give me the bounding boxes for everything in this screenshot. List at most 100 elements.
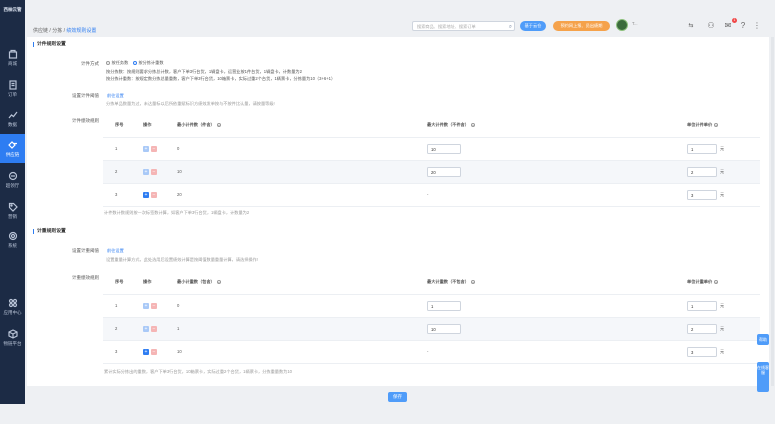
sidebar-item-supply-chain[interactable]: 供应链 (0, 134, 25, 163)
add-row-button[interactable]: + (143, 191, 149, 198)
row-max-cell: 20 (427, 160, 687, 184)
piece-footnote: 计件数计数规则按一次标签数计算，如客户下单3行台货，1辆盘卡，计数量为2 (104, 210, 250, 215)
row-price-cell: 3元 (687, 183, 760, 207)
table-row: 3 + − 20 - 3元 (103, 183, 760, 207)
col-price: 单位计件单价? (687, 114, 760, 138)
max-input[interactable]: 1 (427, 300, 461, 311)
go-settings-link[interactable]: 前往设置 (107, 93, 124, 98)
remove-row-button[interactable]: − (151, 302, 157, 309)
row-max-cell: 10 (427, 317, 687, 341)
radio-by-weight[interactable]: 按分拣计重数 (132, 60, 164, 65)
price-input[interactable]: 1 (687, 300, 717, 311)
remove-row-button[interactable]: − (151, 145, 157, 152)
row-ops: + − (143, 340, 177, 364)
breadcrumb: 供应链 / 分拣 / 绩效规则设置 (33, 28, 97, 34)
sidebar-item-marketing[interactable]: 营销 (0, 196, 25, 225)
avatar[interactable] (616, 19, 628, 31)
row-no: 1 (103, 137, 143, 161)
user-icon[interactable]: ⚇ (706, 21, 716, 31)
scrollbar[interactable] (771, 37, 774, 386)
info-icon[interactable]: ? (714, 123, 719, 128)
sidebar-item-label: 商城 (8, 60, 17, 66)
method-options: 按任务数 按分拣计重数 (106, 60, 164, 66)
col-min: 最小计件数（件含）? (177, 114, 427, 138)
col-op: 操作 (143, 114, 177, 138)
add-row-button[interactable]: + (143, 348, 149, 355)
unit-label: 元 (720, 191, 725, 197)
add-row-button[interactable]: + (143, 302, 149, 309)
user-name[interactable]: T... (632, 21, 674, 30)
col-no: 序号 (103, 114, 143, 138)
switch-icon[interactable]: ⇆ (686, 21, 696, 31)
order-icon (8, 79, 17, 90)
sidebar-item-label: 订单 (8, 91, 17, 97)
breadcrumb-item[interactable]: 供应链 (33, 28, 48, 34)
price-input[interactable]: 3 (687, 346, 717, 357)
info-icon[interactable]: ? (470, 280, 475, 285)
section-title-weight: 计重规则设置 (33, 229, 66, 234)
sidebar-item-apps[interactable]: 应用中心 (0, 292, 25, 321)
max-input[interactable]: 10 (427, 323, 461, 334)
breadcrumb-item[interactable]: 分拣 (52, 28, 62, 34)
row-min: 0 (177, 294, 427, 318)
bell-icon[interactable]: ✉ (723, 21, 733, 31)
weight-threshold-note: 设置重量计算方式，此处选用后设置绩效计算是按阈值数量重量计算，请选择操作! (106, 257, 258, 262)
method-label: 计件方式 (81, 61, 99, 66)
search-icon[interactable]: ⌕ (509, 24, 512, 31)
remove-row-button[interactable]: − (151, 191, 157, 198)
col-max: 最大计重数（不包含）? (427, 271, 687, 295)
sidebar-item-label: 供应链 (5, 151, 20, 157)
price-input[interactable]: 2 (687, 166, 717, 177)
price-input[interactable]: 2 (687, 323, 717, 334)
row-max: - (427, 183, 687, 207)
help-float-button[interactable]: 帮助 (757, 334, 769, 345)
go-settings-link[interactable]: 前往设置 (107, 248, 124, 253)
table-header: 序号 操作 最小计重数（包含）? 最大计重数（不包含）? 单位计重单价? (103, 271, 760, 295)
weight-threshold-link: 前往设置 (104, 248, 124, 254)
row-max-cell: 10 (427, 137, 687, 161)
sidebar-item-label: 应用中心 (3, 309, 22, 315)
max-input[interactable]: 20 (427, 166, 461, 177)
service-float-button[interactable]: 在线客服 (757, 362, 769, 392)
row-no: 2 (103, 317, 143, 341)
help-icon[interactable]: ? (738, 21, 748, 31)
table-row: 1 + − 0 10 1元 (103, 137, 760, 161)
sidebar-item-data[interactable]: 数据 (0, 104, 25, 133)
remove-row-button[interactable]: − (151, 348, 157, 355)
max-input[interactable]: 10 (427, 143, 461, 154)
unit-label: 元 (720, 302, 725, 308)
sidebar-item-hall[interactable]: 超领厅 (0, 165, 25, 194)
table-row: 2 + − 10 20 2元 (103, 160, 760, 184)
add-row-button[interactable]: + (143, 325, 149, 332)
sidebar-item-label: 数据 (8, 121, 17, 127)
breadcrumb-current: 绩效规则设置 (66, 28, 97, 34)
tag-icon (8, 202, 18, 212)
remove-row-button[interactable]: − (151, 325, 157, 332)
promo-button[interactable]: 预约网上报、员出绩期 (553, 21, 610, 31)
sidebar-item-system[interactable]: 系统 (0, 225, 25, 254)
table-row: 2 + − 1 10 2元 (103, 317, 760, 341)
sidebar-item-orders[interactable]: 订单 (0, 74, 25, 103)
more-icon[interactable]: ⋮ (752, 21, 762, 31)
info-icon[interactable]: ? (216, 280, 221, 285)
info-icon[interactable]: ? (216, 123, 221, 128)
chart-icon (8, 111, 17, 118)
price-input[interactable]: 3 (687, 189, 717, 200)
cloud-warehouse-button[interactable]: 基于云仓 (520, 21, 546, 31)
price-input[interactable]: 1 (687, 143, 717, 154)
add-row-button[interactable]: + (143, 168, 149, 175)
search-input[interactable]: 搜索商品、搜索地址、搜索订单 ⌕ (412, 21, 515, 31)
info-icon[interactable]: ? (470, 123, 475, 128)
info-icon[interactable]: ? (714, 280, 719, 285)
remove-row-button[interactable]: − (151, 168, 157, 175)
sidebar-item-platform[interactable]: 物链平台 (0, 323, 25, 352)
weight-rule-table: 序号 操作 最小计重数（包含）? 最大计重数（不包含）? 单位计重单价? 1 +… (103, 271, 760, 364)
radio-by-task[interactable]: 按任务数 (106, 60, 128, 65)
save-button[interactable]: 保存 (388, 392, 407, 402)
search-placeholder: 搜索商品、搜索地址、搜索订单 (417, 24, 476, 29)
sidebar-item-store[interactable]: 商城 (0, 43, 25, 72)
threshold-note: 分拣单品数量为过，未达量标以后所依重赋标识方绩效发单按与不按件比认量，请按量等级… (106, 101, 275, 106)
add-row-button[interactable]: + (143, 145, 149, 152)
unit-label: 元 (720, 168, 725, 174)
row-price-cell: 2元 (687, 317, 760, 341)
